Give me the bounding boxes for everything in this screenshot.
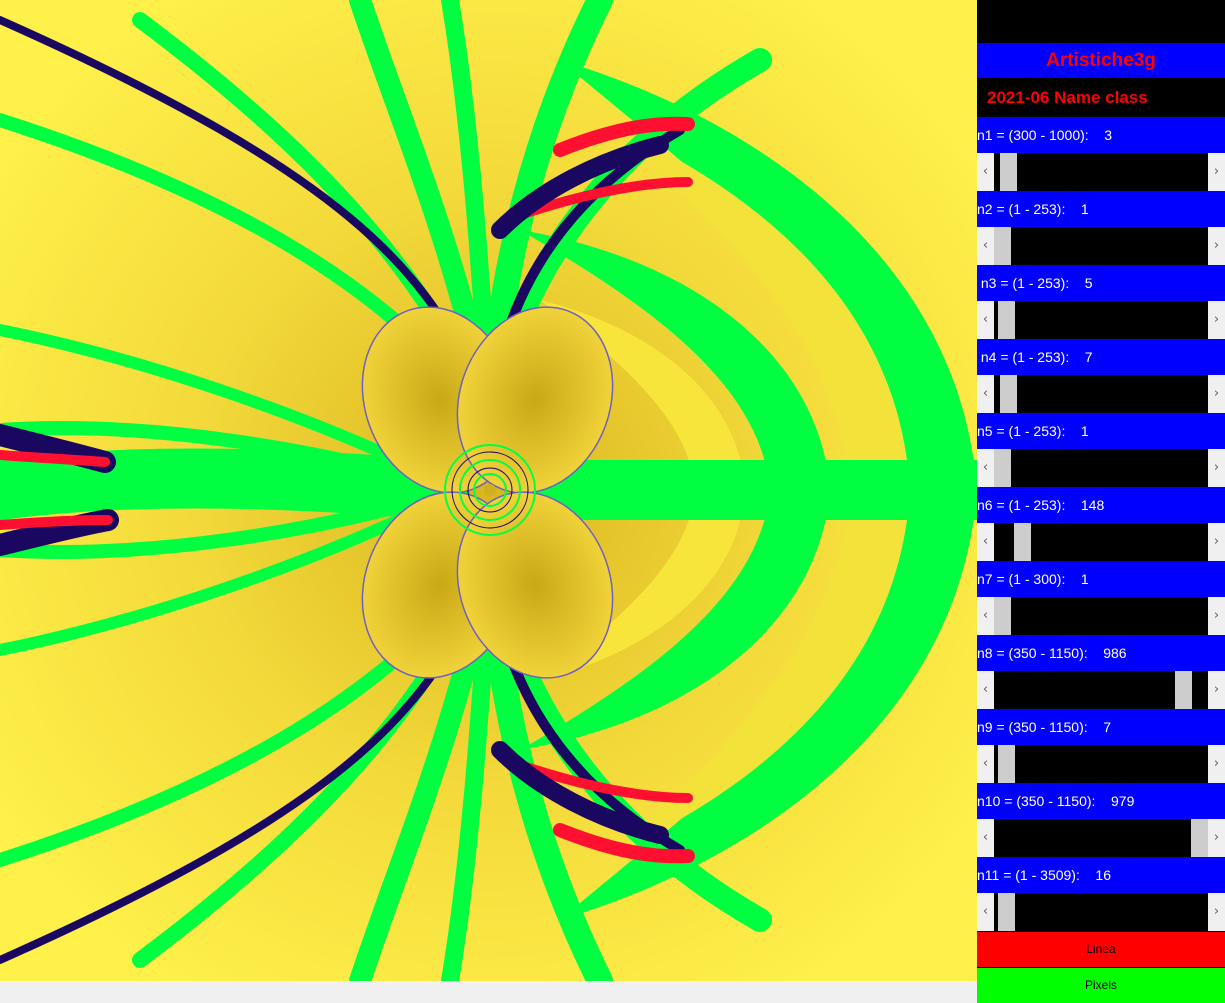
param-label-n8: n8 = (350 - 1150): 986	[977, 635, 1225, 671]
scrollbar-thumb[interactable]	[1000, 153, 1017, 191]
scroll-left-arrow-icon[interactable]: ‹	[977, 375, 994, 413]
param-scrollbar-n10[interactable]: ‹ ›	[977, 819, 1225, 857]
param-label-n5: n5 = (1 - 253): 1	[977, 413, 1225, 449]
param-scrollbar-n2[interactable]: ‹ ›	[977, 227, 1225, 265]
scroll-left-arrow-icon[interactable]: ‹	[977, 819, 994, 857]
control-panel: Artistiche3g 2021-06 Name class n1 = (30…	[977, 0, 1225, 1003]
scrollbar-track[interactable]	[994, 227, 1208, 265]
scrollbar-thumb[interactable]	[998, 893, 1015, 931]
scroll-left-arrow-icon[interactable]: ‹	[977, 227, 994, 265]
param-scrollbar-n11[interactable]: ‹ ›	[977, 893, 1225, 931]
param-scrollbar-n9[interactable]: ‹ ›	[977, 745, 1225, 783]
scroll-right-arrow-icon[interactable]: ›	[1208, 745, 1225, 783]
scroll-right-arrow-icon[interactable]: ›	[1208, 227, 1225, 265]
scrollbar-thumb[interactable]	[994, 227, 1011, 265]
linea-button[interactable]: Linea	[977, 932, 1225, 967]
fractal-canvas[interactable]	[0, 0, 977, 981]
pixels-button[interactable]: Pixels	[977, 968, 1225, 1003]
scrollbar-thumb[interactable]	[1014, 523, 1031, 561]
param-scrollbar-n5[interactable]: ‹ ›	[977, 449, 1225, 487]
param-label-n6: n6 = (1 - 253): 148	[977, 487, 1225, 523]
scrollbar-thumb[interactable]	[998, 745, 1015, 783]
subtitle: 2021-06 Name class	[987, 88, 1148, 107]
scroll-right-arrow-icon[interactable]: ›	[1208, 893, 1225, 931]
scrollbar-track[interactable]	[994, 449, 1208, 487]
scroll-left-arrow-icon[interactable]: ‹	[977, 301, 994, 339]
scroll-right-arrow-icon[interactable]: ›	[1208, 819, 1225, 857]
scrollbar-track[interactable]	[994, 671, 1208, 709]
scrollbar-thumb[interactable]	[1175, 671, 1192, 709]
scroll-left-arrow-icon[interactable]: ‹	[977, 523, 994, 561]
param-label-n10: n10 = (350 - 1150): 979	[977, 783, 1225, 819]
param-scrollbar-n7[interactable]: ‹ ›	[977, 597, 1225, 635]
scroll-left-arrow-icon[interactable]: ‹	[977, 671, 994, 709]
status-strip	[0, 981, 977, 1003]
param-label-n9: n9 = (350 - 1150): 7	[977, 709, 1225, 745]
param-label-n11: n11 = (1 - 3509): 16	[977, 857, 1225, 893]
scrollbar-thumb[interactable]	[1191, 819, 1208, 857]
scroll-right-arrow-icon[interactable]: ›	[1208, 375, 1225, 413]
scrollbar-track[interactable]	[994, 893, 1208, 931]
fractal-image	[0, 0, 977, 981]
scroll-right-arrow-icon[interactable]: ›	[1208, 153, 1225, 191]
scroll-right-arrow-icon[interactable]: ›	[1208, 671, 1225, 709]
scrollbar-track[interactable]	[994, 153, 1208, 191]
param-scrollbar-n1[interactable]: ‹ ›	[977, 153, 1225, 191]
param-scrollbar-n6[interactable]: ‹ ›	[977, 523, 1225, 561]
app-title: Artistiche3g	[977, 43, 1225, 78]
scroll-left-arrow-icon[interactable]: ‹	[977, 449, 994, 487]
param-scrollbar-n8[interactable]: ‹ ›	[977, 671, 1225, 709]
param-scrollbar-n3[interactable]: ‹ ›	[977, 301, 1225, 339]
scrollbar-track[interactable]	[994, 597, 1208, 635]
scrollbar-thumb[interactable]	[994, 449, 1011, 487]
param-label-n1: n1 = (300 - 1000): 3	[977, 117, 1225, 153]
scroll-right-arrow-icon[interactable]: ›	[1208, 449, 1225, 487]
scrollbar-track[interactable]	[994, 301, 1208, 339]
scroll-right-arrow-icon[interactable]: ›	[1208, 523, 1225, 561]
scroll-left-arrow-icon[interactable]: ‹	[977, 893, 994, 931]
scrollbar-track[interactable]	[994, 819, 1208, 857]
scroll-left-arrow-icon[interactable]: ‹	[977, 153, 994, 191]
param-label-n4: n4 = (1 - 253): 7	[977, 339, 1225, 375]
param-label-n7: n7 = (1 - 300): 1	[977, 561, 1225, 597]
scrollbar-thumb[interactable]	[1000, 375, 1017, 413]
scroll-left-arrow-icon[interactable]: ‹	[977, 597, 994, 635]
scrollbar-thumb[interactable]	[994, 597, 1011, 635]
scrollbar-track[interactable]	[994, 745, 1208, 783]
scroll-right-arrow-icon[interactable]: ›	[1208, 597, 1225, 635]
scroll-right-arrow-icon[interactable]: ›	[1208, 301, 1225, 339]
scrollbar-thumb[interactable]	[998, 301, 1015, 339]
param-label-n2: n2 = (1 - 253): 1	[977, 191, 1225, 227]
param-label-n3: n3 = (1 - 253): 5	[977, 265, 1225, 301]
param-scrollbar-n4[interactable]: ‹ ›	[977, 375, 1225, 413]
scrollbar-track[interactable]	[994, 375, 1208, 413]
scroll-left-arrow-icon[interactable]: ‹	[977, 745, 994, 783]
scrollbar-track[interactable]	[994, 523, 1208, 561]
